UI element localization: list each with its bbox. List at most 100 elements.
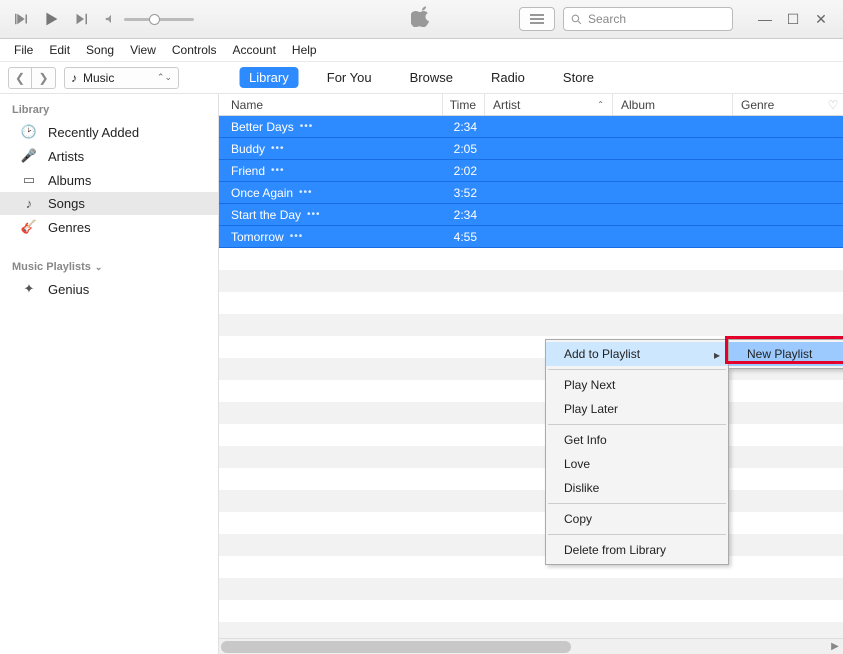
menu-help[interactable]: Help bbox=[284, 41, 325, 59]
more-icon[interactable]: ••• bbox=[300, 121, 314, 132]
sidebar-item-label: Genres bbox=[48, 220, 91, 235]
sidebar-item-label: Recently Added bbox=[48, 125, 139, 140]
ctx-get-info[interactable]: Get Info bbox=[546, 428, 728, 452]
separator bbox=[548, 534, 726, 535]
menu-edit[interactable]: Edit bbox=[41, 41, 78, 59]
sidebar-playlists-header[interactable]: Music Playlists⌄ bbox=[0, 257, 218, 277]
content: Library 🕑Recently Added 🎤Artists ▭Albums… bbox=[0, 94, 843, 654]
more-icon[interactable]: ••• bbox=[271, 165, 285, 176]
table-row[interactable]: Tomorrow•••4:55 bbox=[219, 226, 843, 248]
empty-row bbox=[219, 490, 843, 512]
ctx-delete[interactable]: Delete from Library bbox=[546, 538, 728, 562]
tab-for-you[interactable]: For You bbox=[317, 67, 382, 88]
previous-button[interactable] bbox=[8, 6, 34, 32]
empty-row bbox=[219, 446, 843, 468]
col-artist[interactable]: Artist⌃ bbox=[485, 94, 613, 115]
tab-radio[interactable]: Radio bbox=[481, 67, 535, 88]
apple-logo bbox=[411, 5, 433, 33]
empty-row bbox=[219, 292, 843, 314]
empty-row bbox=[219, 402, 843, 424]
scrollbar-thumb[interactable] bbox=[221, 641, 571, 653]
menubar: File Edit Song View Controls Account Hel… bbox=[0, 39, 843, 62]
nav-tabs: Library For You Browse Radio Store bbox=[239, 67, 604, 88]
menu-file[interactable]: File bbox=[6, 41, 41, 59]
search-icon bbox=[570, 13, 583, 26]
empty-row bbox=[219, 600, 843, 622]
more-icon[interactable]: ••• bbox=[299, 187, 313, 198]
media-type-label: Music bbox=[83, 71, 114, 85]
table-row[interactable]: Friend•••2:02 bbox=[219, 160, 843, 182]
empty-row bbox=[219, 578, 843, 600]
playback-controls bbox=[8, 6, 94, 32]
table-row[interactable]: Once Again•••3:52 bbox=[219, 182, 843, 204]
menu-account[interactable]: Account bbox=[225, 41, 284, 59]
col-time[interactable]: Time bbox=[443, 94, 485, 115]
playlist-submenu: New Playlist bbox=[728, 339, 843, 369]
ctx-copy[interactable]: Copy bbox=[546, 507, 728, 531]
sidebar: Library 🕑Recently Added 🎤Artists ▭Albums… bbox=[0, 94, 219, 654]
chevron-down-icon: ⌄ bbox=[95, 262, 103, 273]
volume-slider[interactable] bbox=[124, 18, 194, 21]
sidebar-library-header: Library bbox=[0, 100, 218, 120]
song-rows: Better Days•••2:34 Buddy•••2:05 Friend••… bbox=[219, 116, 843, 654]
menu-controls[interactable]: Controls bbox=[164, 41, 225, 59]
search-input[interactable]: Search bbox=[563, 7, 733, 31]
navbar: ❮ ❯ ♪ Music ⌃⌄ Library For You Browse Ra… bbox=[0, 62, 843, 94]
album-icon: ▭ bbox=[20, 172, 38, 188]
separator bbox=[548, 424, 726, 425]
table-row[interactable]: Better Days•••2:34 bbox=[219, 116, 843, 138]
more-icon[interactable]: ••• bbox=[307, 209, 321, 220]
ctx-play-later[interactable]: Play Later bbox=[546, 397, 728, 421]
window-controls: — ☐ ✕ bbox=[751, 9, 835, 29]
play-button[interactable] bbox=[38, 6, 64, 32]
mic-icon: 🎤 bbox=[20, 148, 38, 164]
ctx-play-next[interactable]: Play Next bbox=[546, 373, 728, 397]
chevron-updown-icon: ⌃⌄ bbox=[157, 72, 172, 83]
more-icon[interactable]: ••• bbox=[290, 231, 304, 242]
empty-row bbox=[219, 556, 843, 578]
submenu-arrow-icon: ▸ bbox=[714, 348, 720, 362]
table-row[interactable]: Start the Day•••2:34 bbox=[219, 204, 843, 226]
column-headers: Name Time Artist⌃ Album Genre ♡ bbox=[219, 94, 843, 116]
scroll-right-button[interactable]: ▶ bbox=[827, 639, 843, 654]
tab-browse[interactable]: Browse bbox=[400, 67, 463, 88]
sidebar-item-albums[interactable]: ▭Albums bbox=[0, 168, 218, 192]
search-placeholder: Search bbox=[588, 12, 626, 26]
sidebar-item-songs[interactable]: ♪Songs bbox=[0, 192, 218, 215]
col-genre[interactable]: Genre bbox=[733, 94, 823, 115]
empty-row bbox=[219, 512, 843, 534]
sidebar-item-genius[interactable]: ✦Genius bbox=[0, 277, 218, 301]
media-type-selector[interactable]: ♪ Music ⌃⌄ bbox=[64, 67, 179, 89]
back-button[interactable]: ❮ bbox=[8, 67, 32, 89]
forward-button[interactable]: ❯ bbox=[32, 67, 56, 89]
sidebar-item-artists[interactable]: 🎤Artists bbox=[0, 144, 218, 168]
horizontal-scrollbar[interactable]: ▶ bbox=[219, 638, 843, 654]
col-name[interactable]: Name bbox=[219, 94, 443, 115]
volume-control[interactable] bbox=[104, 12, 194, 26]
empty-row bbox=[219, 248, 843, 270]
tab-store[interactable]: Store bbox=[553, 67, 604, 88]
close-button[interactable]: ✕ bbox=[807, 9, 835, 29]
ctx-add-to-playlist[interactable]: Add to Playlist▸ bbox=[546, 342, 728, 366]
note-icon: ♪ bbox=[20, 196, 38, 211]
col-loved[interactable]: ♡ bbox=[823, 98, 843, 112]
maximize-button[interactable]: ☐ bbox=[779, 9, 807, 29]
table-row[interactable]: Buddy•••2:05 bbox=[219, 138, 843, 160]
more-icon[interactable]: ••• bbox=[271, 143, 285, 154]
ctx-love[interactable]: Love bbox=[546, 452, 728, 476]
submenu-new-playlist[interactable]: New Playlist bbox=[729, 342, 843, 366]
menu-view[interactable]: View bbox=[122, 41, 164, 59]
tab-library[interactable]: Library bbox=[239, 67, 299, 88]
next-button[interactable] bbox=[68, 6, 94, 32]
titlebar-right: Search — ☐ ✕ bbox=[519, 7, 835, 31]
sort-asc-icon: ⌃ bbox=[597, 100, 604, 109]
sidebar-item-recently-added[interactable]: 🕑Recently Added bbox=[0, 120, 218, 144]
minimize-button[interactable]: — bbox=[751, 9, 779, 29]
empty-row bbox=[219, 380, 843, 402]
sidebar-item-genres[interactable]: 🎸 Genres bbox=[0, 215, 218, 239]
guitar-icon: 🎸 bbox=[20, 219, 38, 235]
col-album[interactable]: Album bbox=[613, 94, 733, 115]
menu-song[interactable]: Song bbox=[78, 41, 122, 59]
list-view-button[interactable] bbox=[519, 7, 555, 31]
ctx-dislike[interactable]: Dislike bbox=[546, 476, 728, 500]
